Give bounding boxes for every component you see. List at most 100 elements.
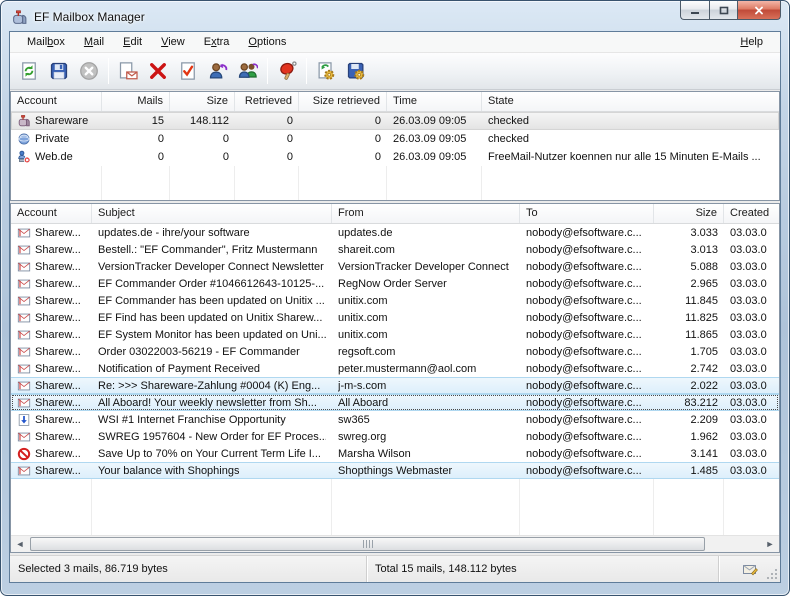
ping-button[interactable] xyxy=(272,56,302,86)
cell-from: unitix.com xyxy=(332,312,520,324)
column-header-size[interactable]: Size xyxy=(170,92,235,111)
cell-account: Sharew... xyxy=(11,294,92,308)
forward-users-button[interactable] xyxy=(233,56,263,86)
menu-item-help[interactable]: Help xyxy=(733,34,770,50)
cell-from-text: peter.mustermann@aol.com xyxy=(338,363,476,375)
account-row[interactable]: Web.de000026.03.09 09:05FreeMail-Nutzer … xyxy=(11,148,779,166)
scroll-right-button[interactable]: ► xyxy=(762,537,778,551)
maximize-button[interactable] xyxy=(709,1,737,20)
cell-size-text: 3.033 xyxy=(690,227,718,239)
cell-account: Sharew... xyxy=(11,379,92,393)
mail-row[interactable]: Sharew...Re: >>> Shareware-Zahlung #0004… xyxy=(11,377,779,394)
resize-grip[interactable] xyxy=(766,568,778,580)
mail-row[interactable]: Sharew...VersionTracker Developer Connec… xyxy=(11,258,779,275)
menu-item-mail[interactable]: Mail xyxy=(77,34,111,50)
column-header-state[interactable]: State xyxy=(482,92,780,111)
column-header-time[interactable]: Time xyxy=(387,92,482,111)
column-header-created[interactable]: Created xyxy=(724,204,780,223)
account-row[interactable]: Private000026.03.09 09:05checked xyxy=(11,130,779,148)
export-button[interactable] xyxy=(341,56,371,86)
cell-size: 1.485 xyxy=(654,465,724,477)
cell-from: shareit.com xyxy=(332,244,520,256)
cell-from-text: j-m-s.com xyxy=(338,380,386,392)
cell-size-text: 11.865 xyxy=(685,329,718,341)
cell-account: Web.de xyxy=(11,150,102,164)
column-header-account[interactable]: Account xyxy=(11,204,92,223)
cell-size_retrieved-text: 0 xyxy=(375,115,381,127)
import-button[interactable] xyxy=(311,56,341,86)
cell-size: 1.705 xyxy=(654,346,724,358)
save-button[interactable] xyxy=(44,56,74,86)
menu-item-extra[interactable]: Extra xyxy=(197,34,237,50)
column-header-account[interactable]: Account xyxy=(11,92,102,111)
menu-item-options[interactable]: Options xyxy=(241,34,293,50)
column-header-to[interactable]: To xyxy=(520,204,654,223)
column-header-size-retrieved[interactable]: Size retrieved xyxy=(299,92,387,111)
accounts-empty-area[interactable] xyxy=(11,166,779,200)
mail-row[interactable]: Sharew... SWREG 1957604 - New Order for E… xyxy=(11,428,779,445)
refresh-button[interactable] xyxy=(14,56,44,86)
mail-row[interactable]: Sharew...Order 03022003-56219 - EF Comma… xyxy=(11,343,779,360)
column-header-retrieved[interactable]: Retrieved xyxy=(235,92,299,111)
column-header-subject[interactable]: Subject xyxy=(92,204,332,223)
mail-row[interactable]: Sharew...EF Commander has been updated o… xyxy=(11,292,779,309)
mail-icon xyxy=(17,243,31,257)
menu-item-edit[interactable]: Edit xyxy=(116,34,149,50)
column-gridline xyxy=(386,166,387,200)
accounts-header-row: AccountMailsSizeRetrievedSize retrievedT… xyxy=(11,92,779,112)
close-button[interactable] xyxy=(737,1,781,20)
mail-row[interactable]: Sharew...EF Commander Order #1046612643-… xyxy=(11,275,779,292)
mail-row[interactable]: Sharew...EF Find has been updated on Uni… xyxy=(11,309,779,326)
cell-size: 11.865 xyxy=(654,329,724,341)
mail-row[interactable]: Sharew... updates.de - ihre/your software… xyxy=(11,224,779,241)
cell-from: Marsha Wilson xyxy=(332,448,520,460)
cell-account: Shareware xyxy=(11,114,102,128)
delete-button[interactable] xyxy=(143,56,173,86)
column-header-from[interactable]: From xyxy=(332,204,520,223)
menu-item-view[interactable]: View xyxy=(154,34,192,50)
cell-from-text: Marsha Wilson xyxy=(338,448,411,460)
cell-subject: SWREG 1957604 - New Order for EF Proces.… xyxy=(92,431,332,443)
mail-row[interactable]: Sharew...Notification of Payment Receive… xyxy=(11,360,779,377)
mail-row[interactable]: Sharew...All Aboard! Your weekly newslet… xyxy=(11,394,779,411)
cell-subject: VersionTracker Developer Connect Newslet… xyxy=(92,261,332,273)
column-header-mails[interactable]: Mails xyxy=(102,92,170,111)
mails-empty-area[interactable] xyxy=(11,479,779,535)
cell-created: 03.03.0 xyxy=(724,329,780,341)
mail-row[interactable]: Sharew...Save Up to 70% on Your Current … xyxy=(11,445,779,462)
column-gridline xyxy=(101,166,102,200)
mail-row[interactable]: Sharew...Your balance with ShophingsShop… xyxy=(11,462,779,479)
menu-bar: Mailbox Mail Edit View ExtraOptions Help xyxy=(10,32,780,53)
mail-row[interactable]: Sharew...WSI #1 Internet Franchise Oppor… xyxy=(11,411,779,428)
cell-created-text: 03.03.0 xyxy=(730,380,767,392)
cell-mails-text: 0 xyxy=(158,151,164,163)
cell-size: 83.212 xyxy=(654,397,724,409)
cell-to-text: nobody@efsoftware.c... xyxy=(526,448,642,460)
check-mail-button[interactable] xyxy=(173,56,203,86)
cell-from-text: regsoft.com xyxy=(338,346,395,358)
cell-to: nobody@efsoftware.c... xyxy=(520,312,654,324)
cell-account: Private xyxy=(11,132,102,146)
horizontal-scrollbar[interactable]: ◄ ► xyxy=(11,535,779,552)
cell-account-text: Sharew... xyxy=(35,431,81,443)
menu-item-mailbox[interactable]: Mailbox xyxy=(20,34,72,50)
mail-preview-button[interactable] xyxy=(113,56,143,86)
column-header-size[interactable]: Size xyxy=(654,204,724,223)
cell-account-text: Shareware xyxy=(35,115,88,127)
scroll-left-button[interactable]: ◄ xyxy=(12,537,28,551)
title-bar[interactable]: EF Mailbox Manager xyxy=(1,1,789,31)
account-row[interactable]: Shareware15148.1120026.03.09 09:05checke… xyxy=(11,112,779,130)
cell-from-text: unitix.com xyxy=(338,295,388,307)
cell-retrieved: 0 xyxy=(235,151,299,163)
cell-size-text: 11.825 xyxy=(685,312,718,324)
cell-account-text: Sharew... xyxy=(35,227,81,239)
mail-row[interactable]: Sharew...EF System Monitor has been upda… xyxy=(11,326,779,343)
cell-subject-text: updates.de - ihre/your software xyxy=(98,227,250,239)
mail-row[interactable]: Sharew...Bestell.: "EF Commander", Fritz… xyxy=(11,241,779,258)
reply-user-button[interactable] xyxy=(203,56,233,86)
minimize-button[interactable] xyxy=(680,1,709,20)
cell-to-text: nobody@efsoftware.c... xyxy=(526,397,642,409)
cell-subject-text: Notification of Payment Received xyxy=(98,363,260,375)
cell-retrieved: 0 xyxy=(235,133,299,145)
scroll-thumb[interactable] xyxy=(30,537,705,551)
